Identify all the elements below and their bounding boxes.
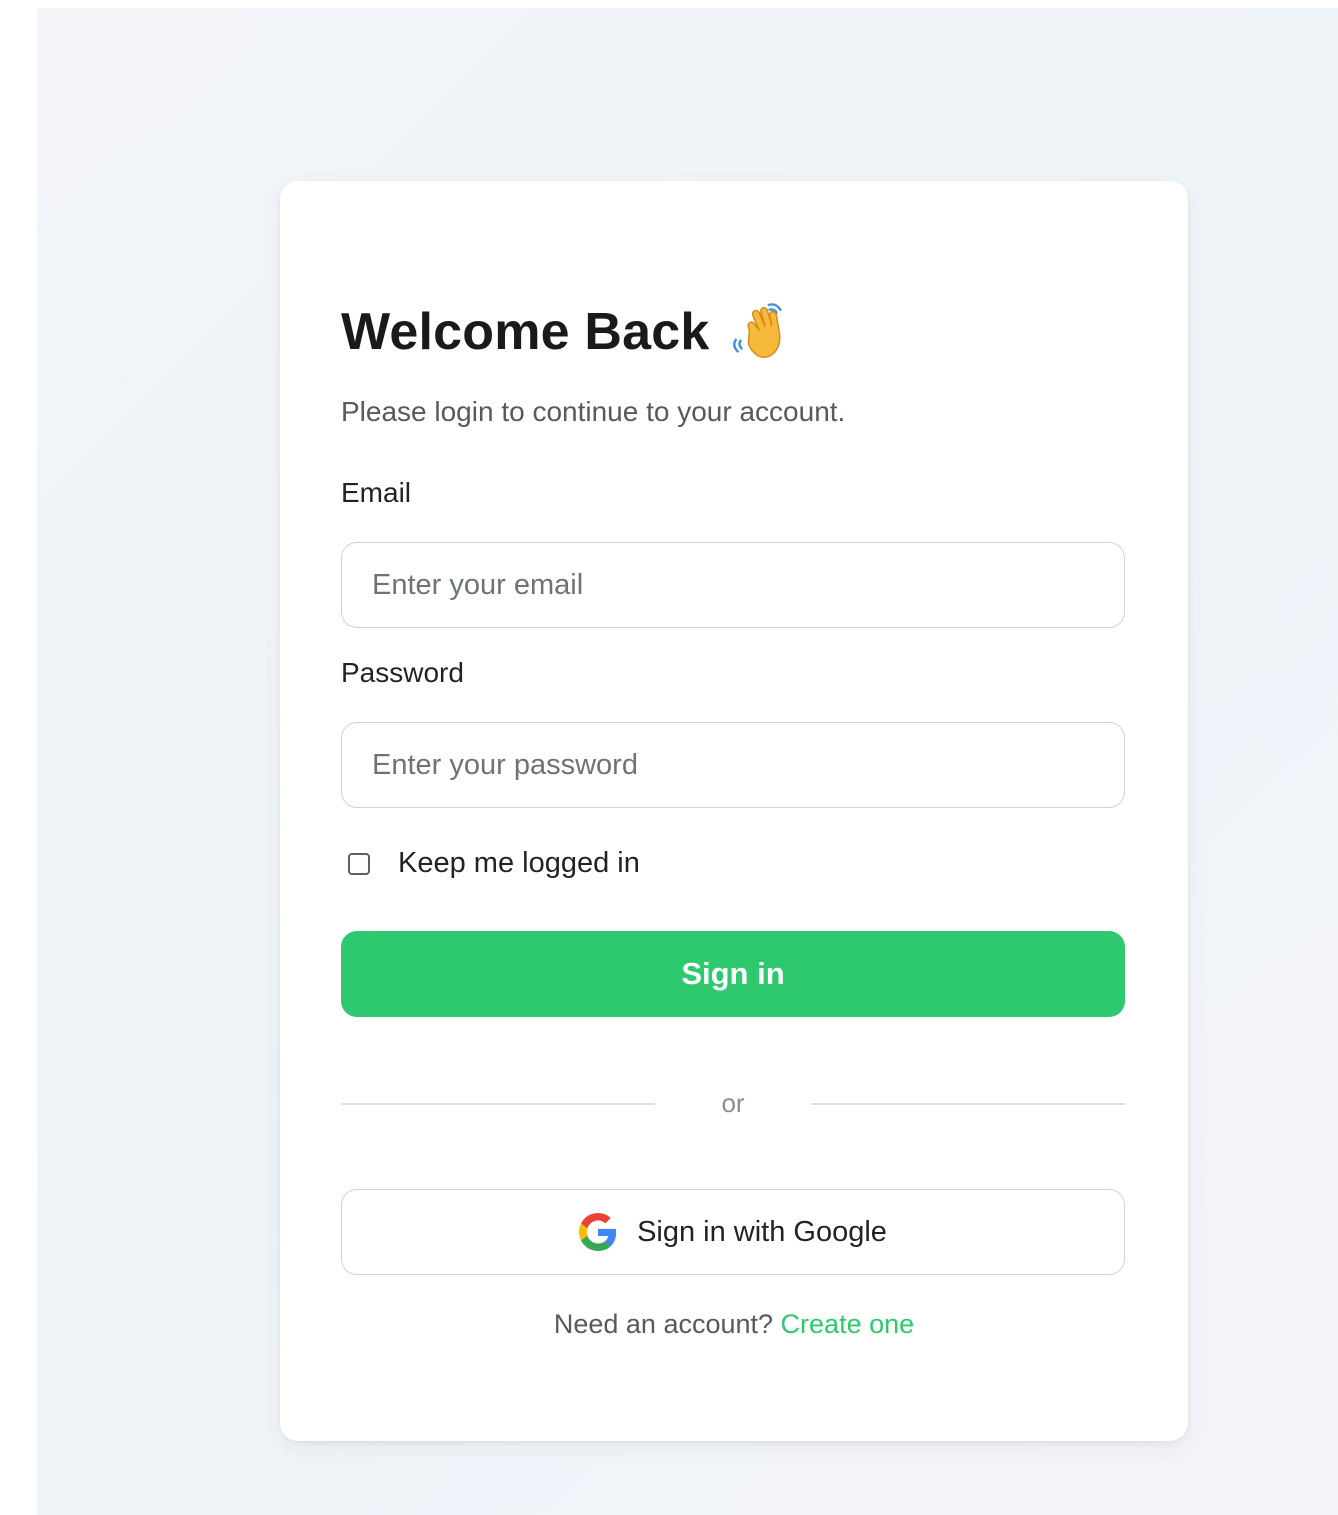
page-title: Welcome Back <box>341 303 710 361</box>
password-label: Password <box>341 657 464 688</box>
subtitle: Please login to continue to your account… <box>341 396 846 427</box>
waving-hand-icon <box>730 301 792 363</box>
remember-checkbox[interactable] <box>348 852 370 875</box>
remember-label[interactable]: Keep me logged in <box>398 847 640 880</box>
signup-prompt-text: Need an account? <box>553 1309 774 1339</box>
google-sign-in-button[interactable]: Sign in with Google <box>341 1189 1125 1275</box>
or-divider: or <box>341 1086 1125 1120</box>
remember-row: Keep me logged in <box>348 847 640 880</box>
signup-prompt: Need an account? Create one <box>280 1309 1188 1340</box>
sign-in-button[interactable]: Sign in <box>341 931 1125 1017</box>
password-input[interactable] <box>341 722 1125 808</box>
google-g-icon <box>579 1213 617 1251</box>
login-card: Welcome Back Please login to continue to… <box>280 181 1188 1441</box>
email-label: Email <box>341 477 412 508</box>
title-row: Welcome Back <box>341 301 792 363</box>
page-background: Welcome Back Please login to continue to… <box>37 8 1338 1515</box>
create-account-link[interactable]: Create one <box>781 1309 915 1339</box>
divider-line-right <box>811 1103 1125 1105</box>
email-input[interactable] <box>341 542 1125 628</box>
google-button-label: Sign in with Google <box>637 1215 887 1248</box>
